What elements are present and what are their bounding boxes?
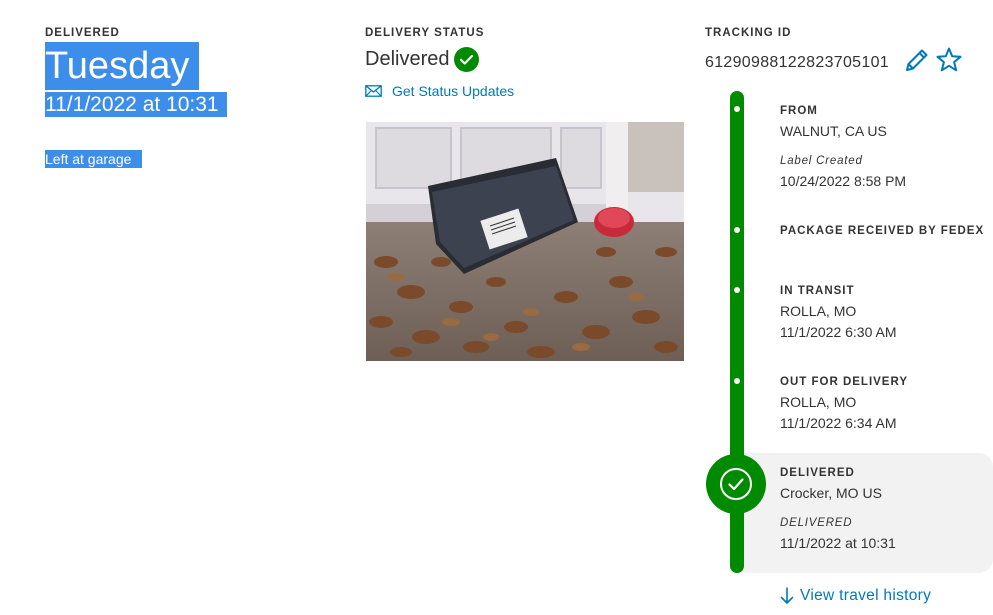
event-datetime: 11/1/2022 6:30 AM — [780, 324, 897, 340]
delivery-status-label: DELIVERY STATUS — [365, 27, 485, 39]
event-status: Label Created — [780, 155, 863, 167]
delivery-datetime: 11/1/2022 at 10:31 — [45, 92, 227, 117]
tracking-id-value: 612909881228237051​01 — [705, 54, 889, 71]
event-datetime: 10/24/2022 8:58 PM — [780, 173, 907, 189]
event-location: ROLLA, MO — [780, 303, 857, 319]
event-location: WALNUT, CA US — [780, 123, 887, 139]
timeline-dot — [734, 378, 740, 384]
event-status: DELIVERED — [780, 517, 853, 529]
event-title: FROM — [780, 105, 818, 117]
event-location: Crocker, MO US — [780, 485, 882, 501]
delivered-check-icon — [706, 454, 766, 514]
arrow-down-icon — [780, 587, 794, 604]
get-status-updates-text: Get Status Updates — [392, 83, 515, 99]
delivery-note: Left at garage — [45, 150, 142, 168]
delivery-status-value: Delivered — [365, 48, 450, 70]
event-datetime: 11/1/2022 at 10:31 — [780, 535, 896, 551]
view-travel-history-text: View travel history — [800, 587, 932, 604]
delivery-day: Tuesday — [45, 42, 199, 90]
get-status-updates-link[interactable]: Get Status Updates — [365, 83, 514, 99]
event-title: IN TRANSIT — [780, 285, 855, 297]
timeline-dot — [734, 106, 740, 112]
check-circle-icon — [454, 47, 480, 72]
delivered-label: DELIVERED — [45, 27, 120, 39]
event-title: DELIVERED — [780, 467, 855, 479]
delivery-photo[interactable] — [366, 122, 684, 361]
event-location: ROLLA, MO — [780, 394, 857, 410]
delivery-status: Delivered — [365, 47, 480, 72]
event-title: PACKAGE RECEIVED BY FEDEX — [780, 225, 985, 237]
envelope-icon — [365, 85, 382, 97]
star-outline-icon[interactable] — [935, 46, 963, 74]
timeline-dot — [734, 227, 740, 233]
tracking-id-label: TRACKING ID — [705, 27, 792, 39]
event-datetime: 11/1/2022 6:34 AM — [780, 415, 897, 431]
view-travel-history-link[interactable]: View travel history — [780, 587, 931, 605]
timeline-dot — [734, 287, 740, 293]
event-title: OUT FOR DELIVERY — [780, 376, 909, 388]
pencil-icon[interactable] — [903, 46, 931, 74]
